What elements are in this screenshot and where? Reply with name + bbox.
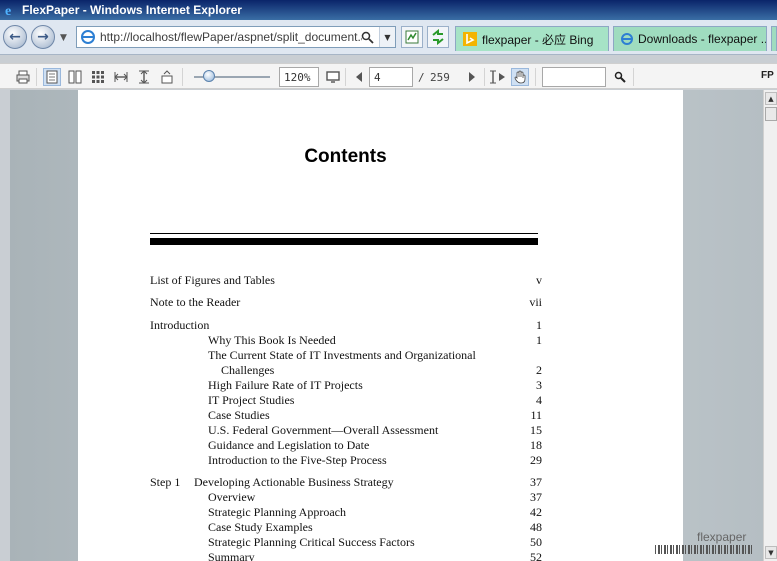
print-icon bbox=[16, 70, 30, 84]
toc-entry[interactable]: Strategic Planning Critical Success Fact… bbox=[150, 535, 542, 550]
address-search-icon[interactable] bbox=[361, 30, 375, 49]
toc-entry[interactable]: Strategic Planning Approach 42 bbox=[150, 505, 542, 520]
toc-entry[interactable]: Step 1 Developing Actionable Business Str… bbox=[150, 475, 542, 490]
text-cursor-icon bbox=[490, 70, 505, 84]
bing-icon bbox=[462, 31, 478, 47]
page-separator: / bbox=[418, 71, 425, 84]
scroll-down-arrow-icon[interactable]: ▼ bbox=[765, 546, 777, 559]
thumbnail-view-button[interactable] bbox=[89, 68, 107, 86]
toc-entry[interactable]: The Current State of IT Investments and … bbox=[150, 348, 542, 363]
forward-button[interactable]: → bbox=[31, 25, 55, 49]
new-tab-button[interactable] bbox=[771, 26, 777, 51]
flexpaper-brand-logo: FP bbox=[761, 70, 774, 81]
tab-downloads[interactable]: Downloads - flexpaper ... bbox=[613, 26, 767, 51]
search-icon bbox=[614, 71, 626, 83]
toc-entry[interactable]: Why This Book Is Needed 1 bbox=[150, 333, 542, 348]
total-pages: 259 bbox=[430, 71, 450, 84]
triangle-left-icon bbox=[356, 72, 362, 82]
print-button[interactable] bbox=[14, 68, 32, 86]
monitor-icon bbox=[326, 71, 340, 83]
heading-rule-thin bbox=[150, 233, 538, 234]
toc-entry[interactable]: Summary 52 bbox=[150, 550, 542, 561]
toc-entry[interactable]: Note to the Reader vii bbox=[150, 295, 542, 310]
toolbar-divider bbox=[633, 68, 634, 86]
single-page-view-button[interactable] bbox=[43, 68, 61, 86]
toolbar-divider bbox=[36, 68, 37, 86]
compatibility-page-icon bbox=[405, 30, 419, 44]
ie-page-icon bbox=[80, 29, 96, 45]
refresh-button[interactable] bbox=[427, 26, 449, 48]
refresh-icon bbox=[432, 29, 444, 45]
document-page: Contents List of Figures and Tables v Not… bbox=[78, 90, 683, 561]
ie-logo-icon: e bbox=[4, 3, 18, 17]
window-titlebar: e FlexPaper - Windows Internet Explorer bbox=[0, 0, 777, 20]
current-page-input[interactable]: 4 bbox=[369, 67, 413, 87]
toolbar-divider bbox=[182, 68, 183, 86]
back-button[interactable]: ← bbox=[3, 25, 27, 49]
toc-entry[interactable]: Guidance and Legislation to Date 18 bbox=[150, 438, 542, 453]
compatibility-view-button[interactable] bbox=[401, 26, 423, 48]
next-page-button[interactable] bbox=[463, 68, 481, 86]
toolbar-divider bbox=[535, 68, 536, 86]
back-arrow-icon: ← bbox=[9, 29, 21, 45]
rotate-icon bbox=[161, 70, 173, 84]
page-heading: Contents bbox=[304, 146, 387, 167]
toolbar-divider bbox=[345, 68, 346, 86]
recent-pages-chevron-down-icon[interactable]: ▼ bbox=[60, 33, 67, 43]
zoom-level: 120% bbox=[284, 70, 311, 84]
rotate-button[interactable] bbox=[158, 68, 176, 86]
address-dropdown-chevron-down-icon[interactable]: ▼ bbox=[379, 27, 395, 47]
zoom-level-field[interactable]: 120% bbox=[279, 67, 319, 87]
triangle-right-icon bbox=[469, 72, 475, 82]
single-page-icon bbox=[46, 70, 58, 84]
search-button[interactable] bbox=[611, 68, 629, 86]
toc-entry[interactable]: Introduction 1 bbox=[150, 318, 542, 333]
text-select-tool-button[interactable] bbox=[489, 68, 507, 86]
hand-icon bbox=[514, 70, 526, 84]
address-url[interactable]: http://localhost/flewPaper/aspnet/split_… bbox=[100, 30, 362, 44]
current-page-value: 4 bbox=[374, 70, 381, 84]
scrollbar-thumb[interactable] bbox=[765, 107, 777, 121]
toc-entry[interactable]: Overview 37 bbox=[150, 490, 542, 505]
tab-label: flexpaper - 必应 Bing bbox=[482, 32, 594, 47]
fit-height-icon bbox=[139, 70, 149, 84]
flexpaper-watermark: flexpaper bbox=[697, 530, 747, 544]
fit-height-button[interactable] bbox=[135, 68, 153, 86]
search-input[interactable] bbox=[542, 67, 606, 87]
heading-rule-thick bbox=[150, 238, 538, 245]
zoom-slider-handle[interactable] bbox=[203, 70, 215, 82]
barcode-graphic bbox=[655, 545, 752, 554]
two-page-icon bbox=[68, 70, 82, 84]
window-title: FlexPaper - Windows Internet Explorer bbox=[22, 3, 242, 17]
scroll-up-arrow-icon[interactable]: ▲ bbox=[765, 92, 777, 105]
document-viewport[interactable]: Contents List of Figures and Tables v Not… bbox=[10, 90, 763, 561]
fullscreen-button[interactable] bbox=[324, 68, 342, 86]
toc-entry[interactable]: Case Study Examples 48 bbox=[150, 520, 542, 535]
toc-entry[interactable]: U.S. Federal Government—Overall Assessme… bbox=[150, 423, 542, 438]
toc-entry[interactable]: List of Figures and Tables v bbox=[150, 273, 542, 288]
fit-width-button[interactable] bbox=[112, 68, 130, 86]
address-bar[interactable]: http://localhost/flewPaper/aspnet/split_… bbox=[76, 26, 396, 48]
tab-label: Downloads - flexpaper ... bbox=[638, 32, 767, 46]
two-page-view-button[interactable] bbox=[66, 68, 84, 86]
ie-icon bbox=[620, 31, 634, 47]
toolbar-divider bbox=[484, 68, 485, 86]
toc-entry[interactable]: IT Project Studies 4 bbox=[150, 393, 542, 408]
svg-text:e: e bbox=[5, 4, 11, 17]
hand-tool-button[interactable] bbox=[511, 68, 529, 86]
flexpaper-toolbar: 120% 4 / 259 FP bbox=[0, 63, 777, 89]
toc-entry[interactable]: High Failure Rate of IT Projects 3 bbox=[150, 378, 542, 393]
grid-icon bbox=[92, 71, 104, 83]
toc-entry[interactable]: Challenges 2 bbox=[150, 363, 542, 378]
forward-arrow-icon: → bbox=[37, 29, 49, 45]
vertical-scrollbar[interactable]: ▲ ▼ bbox=[763, 90, 777, 561]
toc-entry[interactable]: Introduction to the Five-Step Process 29 bbox=[150, 453, 542, 468]
fit-width-icon bbox=[114, 72, 128, 82]
browser-nav-bar: ← → ▼ http://localhost/flewPaper/aspnet/… bbox=[0, 20, 777, 55]
toc-entry[interactable]: Case Studies 11 bbox=[150, 408, 542, 423]
tab-bing-search[interactable]: flexpaper - 必应 Bing bbox=[455, 26, 609, 51]
previous-page-button[interactable] bbox=[350, 68, 368, 86]
